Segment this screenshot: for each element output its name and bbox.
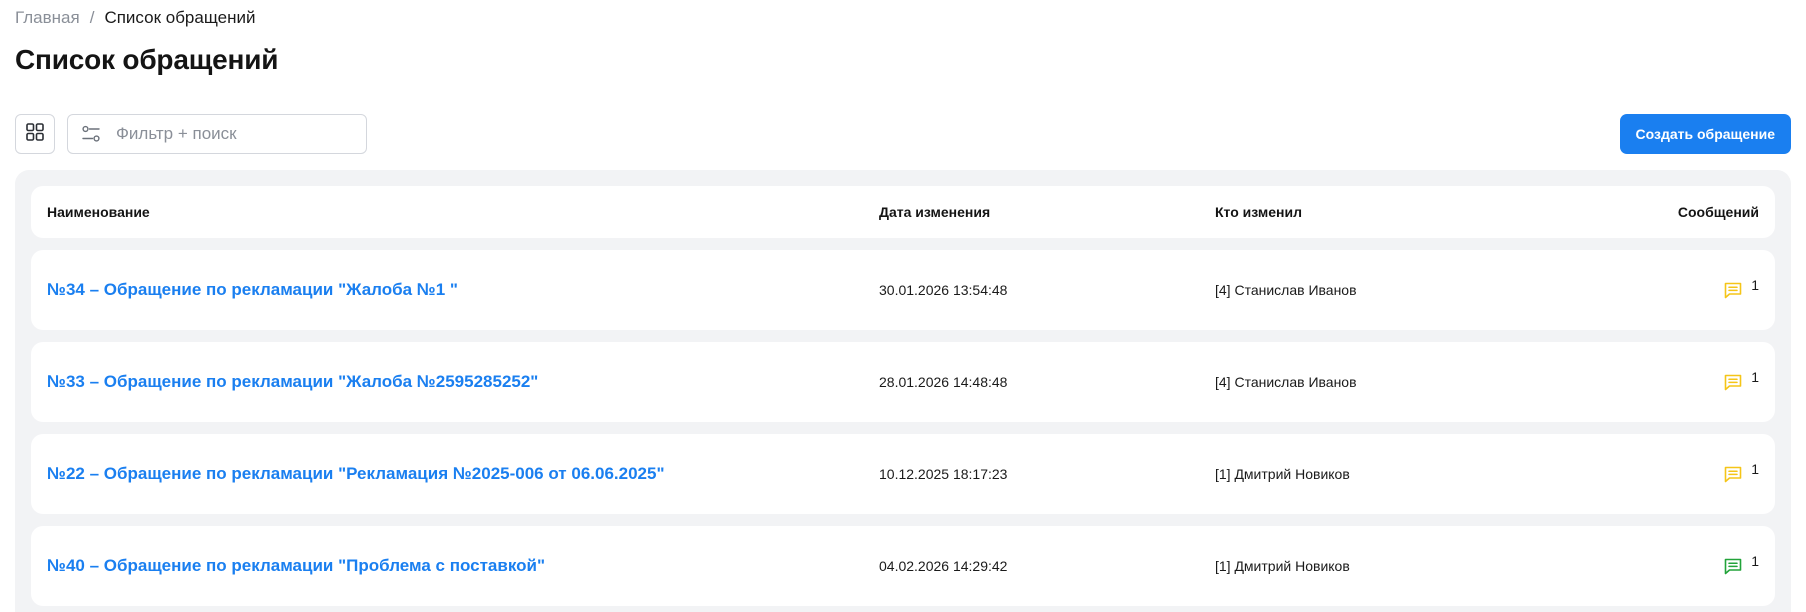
table-row[interactable]: №34 – Обращение по рекламации "Жалоба №1… <box>31 250 1775 330</box>
column-header-date[interactable]: Дата изменения <box>879 204 1215 220</box>
request-title-link[interactable]: №33 – Обращение по рекламации "Жалоба №2… <box>47 372 879 392</box>
message-counter[interactable]: 1 <box>1559 277 1759 300</box>
table-row[interactable]: №40 – Обращение по рекламации "Проблема … <box>31 526 1775 606</box>
view-toggle-button[interactable] <box>15 114 55 154</box>
toolbar: Создать обращение <box>15 114 1791 154</box>
chat-message-icon <box>1723 464 1743 484</box>
search-input[interactable] <box>114 123 358 145</box>
table-row[interactable]: №22 – Обращение по рекламации "Рекламаци… <box>31 434 1775 514</box>
modified-date: 10.12.2025 18:17:23 <box>879 466 1008 482</box>
message-count: 1 <box>1751 553 1759 569</box>
request-title-link[interactable]: №22 – Обращение по рекламации "Рекламаци… <box>47 464 879 484</box>
breadcrumb-home-link[interactable]: Главная <box>15 8 80 28</box>
message-count: 1 <box>1751 369 1759 385</box>
table-row[interactable]: №33 – Обращение по рекламации "Жалоба №2… <box>31 342 1775 422</box>
breadcrumb-current: Список обращений <box>104 8 256 27</box>
page-title: Список обращений <box>15 44 279 75</box>
modified-date: 28.01.2026 14:48:48 <box>879 374 1008 390</box>
create-request-button[interactable]: Создать обращение <box>1619 114 1791 154</box>
chat-message-icon <box>1723 556 1743 576</box>
column-header-author[interactable]: Кто изменил <box>1215 204 1559 220</box>
chat-message-icon <box>1723 280 1743 300</box>
message-counter[interactable]: 1 <box>1559 553 1759 576</box>
message-counter[interactable]: 1 <box>1559 461 1759 484</box>
requests-table: Наименование Дата изменения Кто изменил … <box>15 170 1791 612</box>
chat-message-icon <box>1723 372 1743 392</box>
breadcrumb: Главная / Список обращений <box>15 8 255 28</box>
column-header-name[interactable]: Наименование <box>47 204 879 220</box>
modified-by: [4] Станислав Иванов <box>1215 374 1357 390</box>
grid-icon <box>26 122 44 146</box>
modified-by: [4] Станислав Иванов <box>1215 282 1357 298</box>
table-header: Наименование Дата изменения Кто изменил … <box>31 186 1775 238</box>
message-counter[interactable]: 1 <box>1559 369 1759 392</box>
column-header-messages[interactable]: Сообщений <box>1559 204 1759 220</box>
modified-by: [1] Дмитрий Новиков <box>1215 558 1350 574</box>
modified-date: 04.02.2026 14:29:42 <box>879 558 1008 574</box>
breadcrumb-separator: / <box>89 8 95 27</box>
page: Главная / Список обращений Список обраще… <box>0 0 1806 612</box>
request-title-link[interactable]: №40 – Обращение по рекламации "Проблема … <box>47 556 879 576</box>
message-count: 1 <box>1751 461 1759 477</box>
modified-date: 30.01.2026 13:54:48 <box>879 282 1008 298</box>
request-title-link[interactable]: №34 – Обращение по рекламации "Жалоба №1… <box>47 280 879 300</box>
message-count: 1 <box>1751 277 1759 293</box>
filter-settings-icon[interactable] <box>80 123 102 145</box>
modified-by: [1] Дмитрий Новиков <box>1215 466 1350 482</box>
search-box <box>67 114 367 154</box>
